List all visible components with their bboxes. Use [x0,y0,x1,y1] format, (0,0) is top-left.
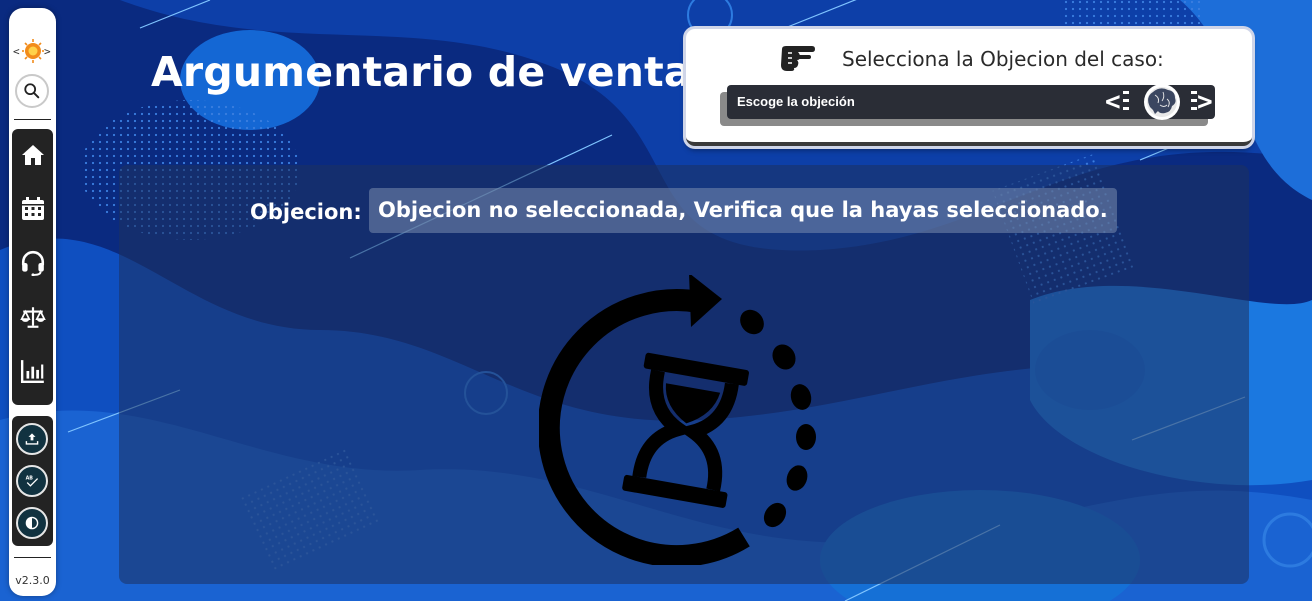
hourglass-refresh-icon [539,275,816,565]
upload-icon [25,433,39,445]
sidebar-item-support[interactable] [12,243,53,283]
svg-text:<: < [13,45,20,58]
dropdown-selected-value: Escoge la objeción [737,94,855,109]
sidebar-divider [14,557,51,558]
page-title: Argumentario de ventas [151,48,717,96]
svg-text:<: < [1105,87,1121,117]
bar-chart-icon [20,360,44,384]
sidebar-item-home[interactable] [12,135,53,175]
version-label: v2.3.0 [15,574,50,587]
sidebar-tools: AB [12,416,53,546]
brain-logo-icon[interactable]: < > [13,36,52,66]
selector-title: Selecciona la Objecion del caso: [842,47,1164,71]
spellcheck-icon: AB [26,475,39,487]
brain-code-icon: < > [1105,84,1213,120]
home-icon [21,145,44,165]
calendar-icon [21,197,44,220]
search-button[interactable] [15,74,49,108]
contrast-button[interactable] [16,507,48,539]
headset-icon [21,250,44,276]
objection-selector-card: Selecciona la Objecion del caso: Escoge … [686,29,1252,146]
sidebar-item-reports[interactable] [12,351,53,391]
svg-text:AB: AB [26,475,34,481]
svg-text:>: > [44,45,51,58]
sidebar-nav [12,129,53,405]
pointing-hand-icon [781,46,815,71]
sidebar-item-legal[interactable] [12,297,53,337]
search-icon [24,83,40,99]
upload-button[interactable] [16,423,48,455]
sidebar-item-calendar[interactable] [12,189,53,229]
spellcheck-button[interactable]: AB [16,465,48,497]
contrast-icon [25,516,39,530]
objection-dropdown[interactable]: Escoge la objeción < > [727,84,1215,120]
sidebar: < > AB v2.3.0 [9,8,56,596]
svg-text:>: > [1197,87,1213,117]
sidebar-divider [14,119,51,120]
balance-scale-icon [19,307,46,328]
objection-value: Objecion no seleccionada, Verifica que l… [369,188,1117,233]
objection-panel: Objecion: Objecion no seleccionada, Veri… [119,165,1249,584]
objection-label: Objecion: [250,200,362,224]
